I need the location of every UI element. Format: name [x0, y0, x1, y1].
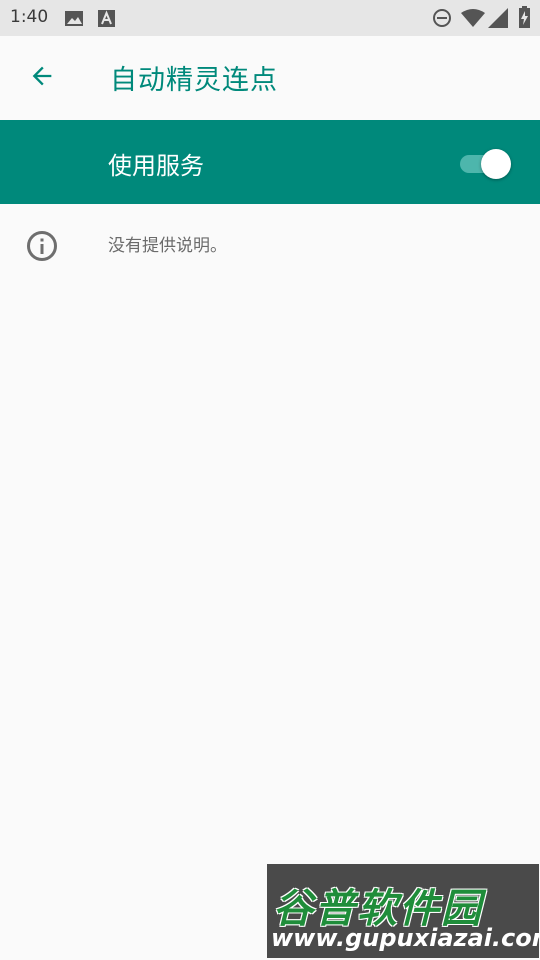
app-bar: 自动精灵连点: [0, 36, 540, 120]
status-time: 1:40: [10, 7, 49, 27]
arrow-back-icon: [28, 62, 56, 94]
back-button[interactable]: [20, 56, 64, 100]
watermark-logo: 谷普软件园 www.gupuxiazai.com: [267, 864, 540, 958]
toggle-thumb: [481, 149, 511, 179]
a-notification-icon: [98, 10, 115, 31]
do-not-disturb-icon: [432, 8, 452, 32]
wifi-icon: [461, 9, 485, 31]
info-icon: [26, 230, 58, 262]
description-row: 没有提供说明。: [0, 204, 540, 284]
battery-charging-icon: [519, 6, 530, 32]
use-service-toggle[interactable]: [458, 146, 514, 179]
image-icon: [64, 10, 84, 31]
watermark-url: www.gupuxiazai.com: [271, 924, 540, 952]
use-service-label: 使用服务: [108, 152, 204, 180]
page-title: 自动精灵连点: [110, 65, 278, 96]
signal-icon: [488, 8, 508, 32]
master-switch-bar[interactable]: 使用服务: [0, 120, 540, 204]
description-text: 没有提供说明。: [108, 236, 227, 256]
status-bar: 1:40: [0, 0, 540, 36]
